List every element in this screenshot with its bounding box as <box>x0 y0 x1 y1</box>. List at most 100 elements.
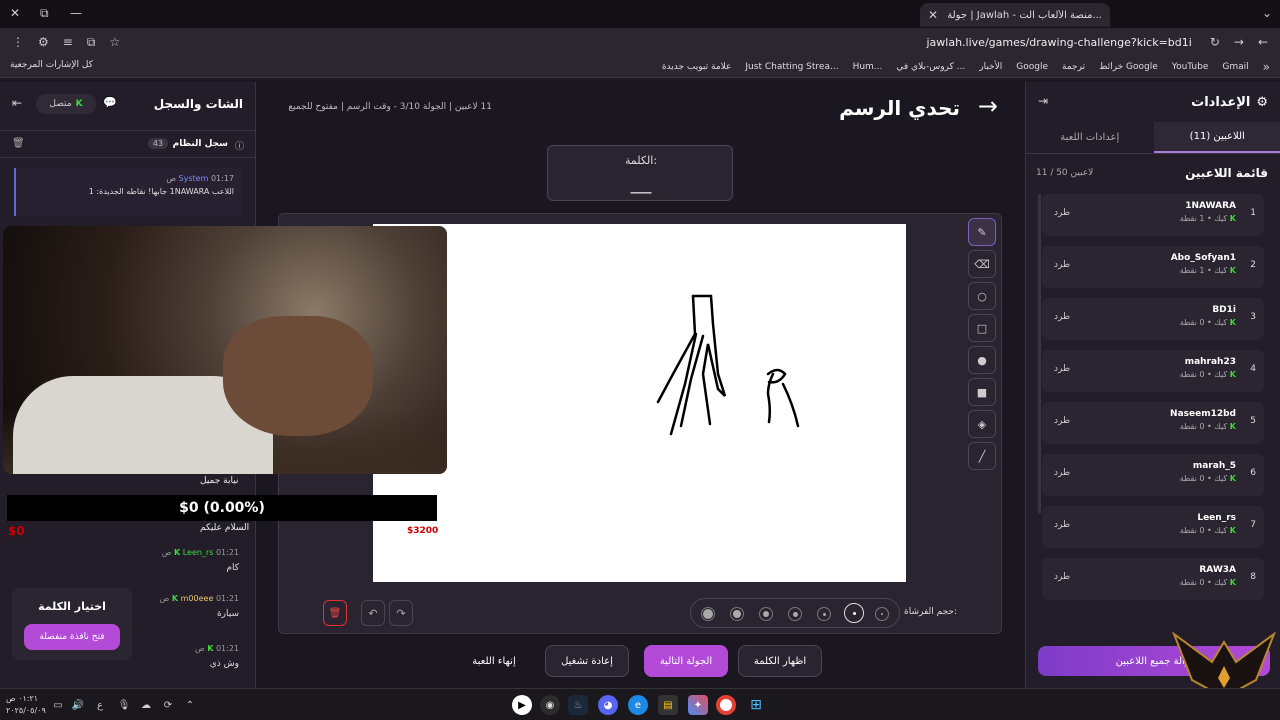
filled-rectangle-tool-icon[interactable]: ■ <box>968 378 996 406</box>
tab-search-icon[interactable]: ⌄ <box>1262 6 1272 20</box>
player-points-text: كيك • 0 نقطة <box>1179 474 1228 483</box>
players-scrollbar[interactable] <box>1038 194 1041 514</box>
kick-player-button[interactable]: طرد <box>1054 260 1070 270</box>
undo-button[interactable]: ↶ <box>361 600 385 626</box>
donation-left-amount: $0 <box>8 524 25 538</box>
bookmark-item[interactable]: Just Chatting Strea... <box>745 62 838 72</box>
circle-tool-icon[interactable]: ○ <box>968 282 996 310</box>
clear-canvas-button[interactable]: 🗑 <box>323 600 347 626</box>
player-rank: 5 <box>1250 416 1256 426</box>
tray-expand-icon[interactable]: ⌃ <box>180 695 200 715</box>
menu-icon[interactable]: ⋮ <box>12 35 24 49</box>
obs-icon[interactable]: ◉ <box>540 695 560 715</box>
close-window-icon[interactable]: — <box>70 6 82 20</box>
sync-icon[interactable]: ⟳ <box>158 695 178 715</box>
show-word-button[interactable]: اظهار الكلمة <box>738 645 822 677</box>
player-rank: 7 <box>1250 520 1256 530</box>
back-icon[interactable]: ← <box>1258 35 1268 49</box>
more-bookmarks-icon[interactable]: » <box>1263 60 1270 74</box>
redo-button[interactable]: ↷ <box>389 600 413 626</box>
address-bar-row: ⋮ ⚙ ≡ ⧉ ☆ jawlah.live/games/drawing-chal… <box>0 28 1280 56</box>
drawing-canvas[interactable] <box>373 224 906 582</box>
star-icon[interactable]: ☆ <box>109 35 120 49</box>
minimize-icon[interactable]: ✕ <box>10 6 20 20</box>
system-log-header[interactable]: سجل النظام ⓘ 43 🗑 <box>0 130 256 158</box>
brush-size-option[interactable] <box>759 607 773 621</box>
player-row: 5 Naseem12bd كيك • 0 نقطة K طرد <box>1042 402 1264 444</box>
copilot-icon[interactable]: ✦ <box>688 695 708 715</box>
url-input[interactable]: jawlah.live/games/drawing-challenge?kick… <box>134 36 1196 49</box>
language-icon[interactable]: ع <box>90 695 110 715</box>
bookmark-item[interactable]: Hum... <box>853 62 883 72</box>
player-row: 3 BD1i كيك • 0 نقطة K طرد <box>1042 298 1264 340</box>
discord-icon[interactable]: ◕ <box>598 695 618 715</box>
bookmark-item[interactable]: الأخبار <box>979 62 1002 72</box>
next-round-button[interactable]: الجولة التالية <box>644 645 728 677</box>
notification-icon[interactable]: ▭ <box>48 695 68 715</box>
taskbar-clock[interactable]: ٠١:٢١ ص ٢٠٢٥/٠٥/٠٩ <box>6 693 46 717</box>
filled-circle-tool-icon[interactable]: ● <box>968 346 996 374</box>
extension-icon-2[interactable]: ≡ <box>63 35 73 49</box>
brush-size-option[interactable] <box>788 607 802 621</box>
line-tool-icon[interactable]: ╱ <box>968 442 996 470</box>
close-tab-icon[interactable]: ✕ <box>928 8 938 22</box>
kick-player-button[interactable]: طرد <box>1054 312 1070 322</box>
bookmark-item[interactable]: خرائط Google <box>1099 62 1158 72</box>
all-bookmarks[interactable]: كل الإشارات المرجعية <box>10 60 93 70</box>
player-name: mahrah23 <box>1184 357 1236 367</box>
player-row: 4 mahrah23 كيك • 0 نقطة K طرد <box>1042 350 1264 392</box>
tab-game-settings[interactable]: إعدادات اللعبة <box>1026 122 1154 153</box>
steam-icon[interactable]: ♨ <box>568 695 588 715</box>
kick-player-button[interactable]: طرد <box>1054 468 1070 478</box>
tab-players[interactable]: اللاعبين (11) <box>1153 122 1280 153</box>
maximize-icon[interactable]: ⧉ <box>40 6 49 21</box>
file-explorer-icon[interactable]: ▤ <box>658 695 678 715</box>
cloud-icon[interactable]: ☁ <box>136 695 156 715</box>
bookmark-item[interactable]: YouTube <box>1172 62 1209 72</box>
player-row: 1 1NAWARA كيك • 1 نقطة K طرد <box>1042 194 1264 236</box>
brush-size-option[interactable] <box>817 607 831 621</box>
mic-icon[interactable]: 🎙 <box>114 695 134 715</box>
kick-logo-icon: K <box>1229 318 1236 327</box>
brush-size-option[interactable] <box>701 607 715 621</box>
kick-player-button[interactable]: طرد <box>1054 416 1070 426</box>
back-arrow-icon[interactable]: → <box>978 92 998 120</box>
extensions-icon[interactable]: ⧉ <box>87 35 96 50</box>
bookmark-item[interactable]: ترجمة <box>1062 62 1085 72</box>
bookmark-item[interactable]: كروس-بلاي في ... <box>896 62 965 72</box>
bookmark-item[interactable]: علامة تبويب جديدة <box>662 62 732 72</box>
kick-logo-icon: K <box>1229 578 1236 587</box>
brush-size-option[interactable] <box>875 607 889 621</box>
chrome-icon[interactable] <box>716 695 736 715</box>
pencil-tool-icon[interactable]: ✎ <box>968 218 996 246</box>
forward-icon[interactable]: → <box>1234 35 1244 49</box>
kick-player-button[interactable]: طرد <box>1054 208 1070 218</box>
connection-status-badge: متصل K <box>36 94 96 114</box>
bookmark-item[interactable]: Google <box>1016 62 1048 72</box>
bookmark-item[interactable]: Gmail <box>1222 62 1248 72</box>
restart-button[interactable]: إعادة تشغيل <box>545 645 629 677</box>
browser-tab[interactable]: ✕ جولة | Jawlah - منصة الألعاب الت... <box>920 3 1110 27</box>
kick-player-button[interactable]: طرد <box>1054 364 1070 374</box>
fill-bucket-tool-icon[interactable]: ◈ <box>968 410 996 438</box>
kick-player-button[interactable]: طرد <box>1054 572 1070 582</box>
collapse-panel-icon[interactable]: ⇥ <box>1038 94 1048 108</box>
edge-icon[interactable]: e <box>628 695 648 715</box>
volume-icon[interactable]: 🔊 <box>68 695 88 715</box>
rectangle-tool-icon[interactable]: □ <box>968 314 996 342</box>
eraser-tool-icon[interactable]: ⌫ <box>968 250 996 278</box>
open-popup-button[interactable]: فتح نافذة منفصلة <box>24 624 120 650</box>
player-rank: 8 <box>1250 572 1256 582</box>
trash-icon[interactable]: 🗑 <box>12 138 25 149</box>
end-game-button[interactable]: إنهاء اللعبة <box>458 645 530 677</box>
windows-start-icon[interactable]: ⊞ <box>746 695 766 715</box>
player-row: 2 Abo_Sofyan1 كيك • 1 نقطة K طرد <box>1042 246 1264 288</box>
media-player-icon[interactable]: ▶ <box>512 695 532 715</box>
player-name: RAW3A <box>1199 565 1236 575</box>
brush-size-option-selected[interactable] <box>844 603 864 623</box>
reload-icon[interactable]: ↻ <box>1210 35 1220 49</box>
extension-icon[interactable]: ⚙ <box>38 35 49 49</box>
kick-player-button[interactable]: طرد <box>1054 520 1070 530</box>
brush-size-option[interactable] <box>730 607 744 621</box>
collapse-chat-icon[interactable]: ⇤ <box>12 96 22 110</box>
